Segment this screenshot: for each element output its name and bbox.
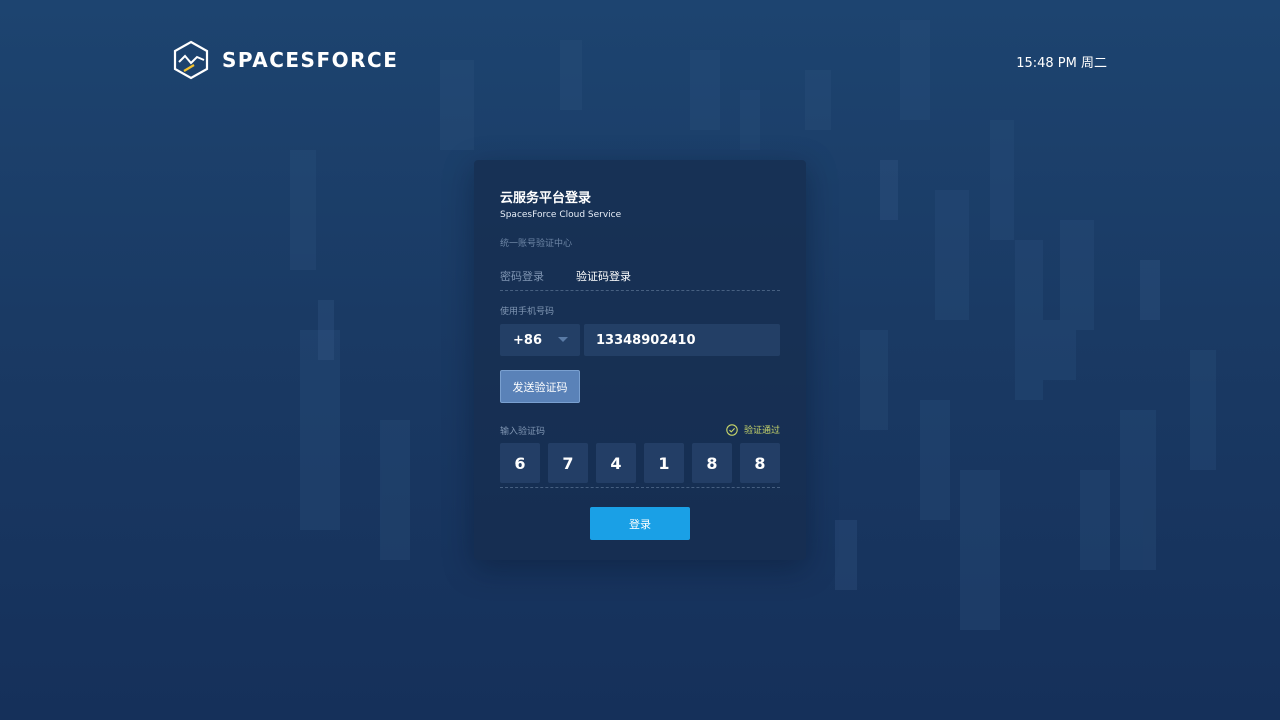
send-code-button[interactable]: 发送验证码: [500, 370, 580, 403]
brand-name: SPACESFORCE: [222, 48, 399, 72]
code-input-row: 6 7 4 1 8 8: [500, 443, 780, 488]
code-digit-box[interactable]: 8: [692, 443, 732, 483]
card-subtitle: SpacesForce Cloud Service: [500, 210, 622, 220]
tab-password-login[interactable]: 密码登录: [500, 268, 544, 284]
brand-logo[interactable]: SPACESFORCE: [172, 40, 398, 80]
chevron-down-icon: [558, 337, 568, 342]
clock-display: 15:48 PM 周二: [1016, 56, 1107, 71]
login-card: 云服务平台登录 SpacesForce Cloud Service 统一账号验证…: [474, 160, 806, 560]
code-digit-box[interactable]: 4: [596, 443, 636, 483]
code-digit-box[interactable]: 7: [548, 443, 588, 483]
card-hint: 统一账号验证中心: [500, 239, 573, 249]
login-button[interactable]: 登录: [590, 507, 690, 540]
card-title: 云服务平台登录: [500, 191, 592, 206]
phone-number-input[interactable]: [584, 324, 780, 356]
code-digit-box[interactable]: 8: [740, 443, 780, 483]
phone-label: 使用手机号码: [500, 307, 555, 317]
code-digit-box[interactable]: 1: [644, 443, 684, 483]
verify-status-text: 验证通过: [743, 426, 780, 436]
check-circle-icon: [726, 423, 738, 436]
country-code-value: +86: [513, 332, 542, 348]
code-label: 输入验证码: [500, 427, 546, 437]
verify-status: 验证通过: [726, 423, 780, 436]
hexagon-chart-logo-icon: [173, 40, 209, 80]
login-tabs: 密码登录 验证码登录: [500, 268, 780, 291]
code-digit-box[interactable]: 6: [500, 443, 540, 483]
country-code-select[interactable]: +86: [500, 324, 580, 356]
tab-code-login[interactable]: 验证码登录: [576, 268, 631, 284]
